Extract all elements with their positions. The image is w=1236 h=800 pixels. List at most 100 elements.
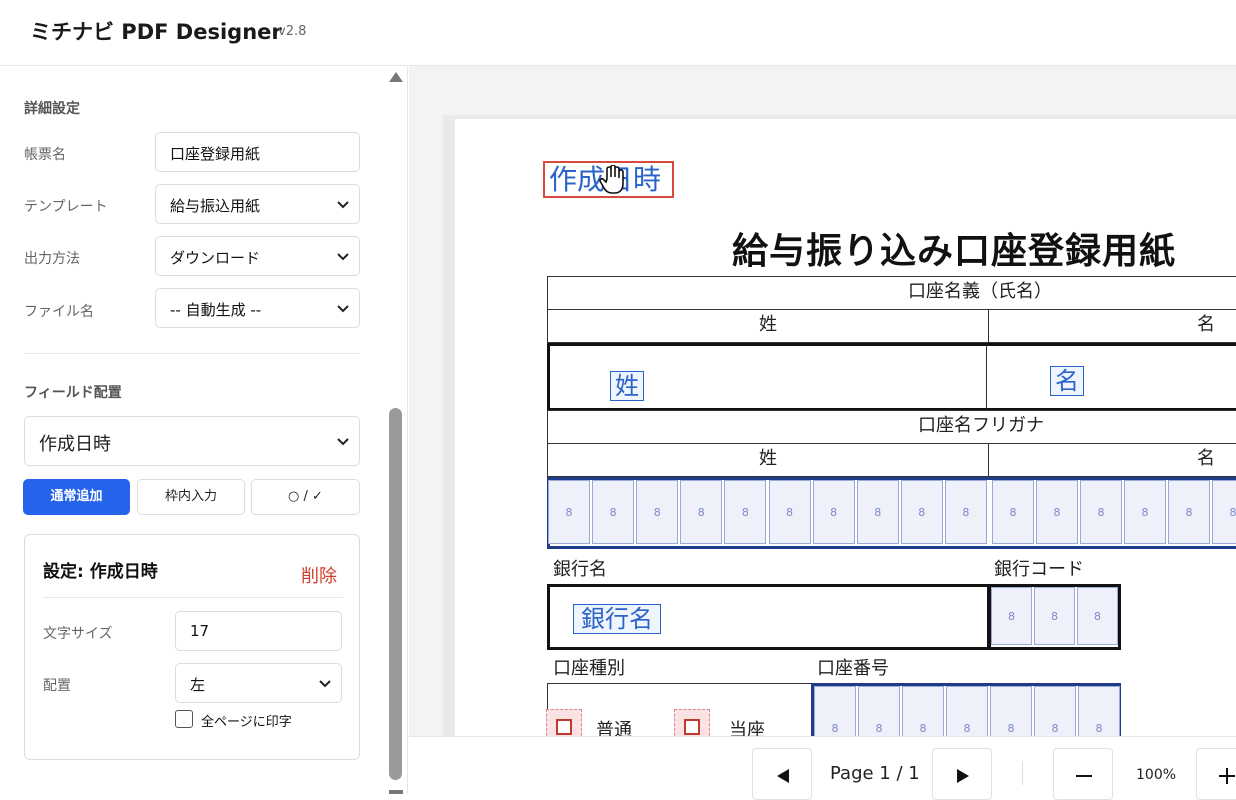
delete-button[interactable]: 削除 bbox=[301, 562, 337, 588]
triangle-left-icon bbox=[777, 769, 789, 783]
zoom-out-button[interactable] bbox=[1053, 748, 1113, 800]
furigana-given-label: 名 bbox=[1197, 448, 1215, 469]
checkbox-touza-field[interactable] bbox=[674, 709, 710, 736]
char-cell-field[interactable]: 8 bbox=[724, 480, 767, 544]
char-cell-field[interactable]: 8 bbox=[1034, 686, 1076, 736]
font-size-label: 文字サイズ bbox=[43, 626, 113, 642]
add-normal-button[interactable]: 通常追加 bbox=[23, 479, 130, 515]
furigana-label: 口座名フリガナ bbox=[918, 415, 1044, 436]
char-cell-field[interactable]: 8 bbox=[1168, 480, 1210, 544]
pagination-bar: Page 1 / 1 100% bbox=[409, 736, 1236, 800]
output-method-value: ダウンロード bbox=[170, 249, 261, 267]
zoom-level: 100% bbox=[1136, 767, 1177, 783]
form-name-input[interactable]: 口座登録用紙 bbox=[155, 132, 360, 172]
field-type-value: 作成日時 bbox=[39, 434, 111, 455]
all-pages-checkbox[interactable] bbox=[175, 710, 193, 728]
char-cell-field[interactable]: 8 bbox=[1034, 587, 1075, 645]
filename-select[interactable]: -- 自動生成 -- bbox=[155, 288, 360, 328]
plus-icon bbox=[1219, 768, 1235, 784]
char-cell-field[interactable]: 8 bbox=[991, 587, 1032, 645]
surname-header: 姓 bbox=[547, 309, 989, 343]
scroll-down-icon[interactable] bbox=[389, 790, 403, 794]
field-section-title: フィールド配置 bbox=[24, 385, 122, 401]
align-select[interactable]: 左 bbox=[175, 663, 342, 703]
zoom-in-button[interactable] bbox=[1196, 748, 1236, 800]
chevron-down-icon bbox=[337, 438, 349, 446]
given-name-field[interactable]: 名 bbox=[1050, 366, 1084, 396]
char-cell-field[interactable]: 8 bbox=[858, 686, 900, 736]
chevron-down-icon bbox=[337, 201, 349, 209]
settings-title: 設定: 作成日時 bbox=[43, 562, 158, 582]
char-cell-field[interactable]: 8 bbox=[992, 480, 1034, 544]
given-name-cell bbox=[986, 343, 1236, 411]
page-indicator: Page 1 / 1 bbox=[830, 763, 920, 784]
align-label: 配置 bbox=[43, 678, 71, 694]
template-value: 給与振込用紙 bbox=[170, 197, 261, 215]
form-name-value: 口座登録用紙 bbox=[170, 145, 261, 163]
furigana-given-header: 名 bbox=[988, 443, 1236, 477]
account-number-label: 口座番号 bbox=[817, 658, 889, 679]
add-check-button[interactable]: ○ / ✓ bbox=[251, 479, 360, 515]
char-cell-field[interactable]: 8 bbox=[592, 480, 635, 544]
char-cell-field[interactable]: 8 bbox=[1080, 480, 1122, 544]
surname-header-label: 姓 bbox=[759, 314, 777, 335]
char-cell-field[interactable]: 8 bbox=[680, 480, 723, 544]
app-header: ミチナビ PDF Designer v2.8 bbox=[0, 0, 1236, 66]
char-cell-field[interactable]: 8 bbox=[768, 480, 811, 544]
filename-value: -- 自動生成 -- bbox=[170, 301, 262, 319]
filename-label: ファイル名 bbox=[24, 304, 94, 320]
toolbar-divider bbox=[1022, 761, 1023, 785]
bank-code-label: 銀行コード bbox=[994, 559, 1084, 580]
surname-field[interactable]: 姓 bbox=[610, 371, 644, 401]
char-cell-field[interactable]: 8 bbox=[548, 480, 590, 544]
account-holder-header: 口座名義（氏名） bbox=[547, 276, 1236, 310]
output-method-label: 出力方法 bbox=[24, 251, 80, 267]
hand-cursor-icon bbox=[599, 165, 624, 194]
font-size-input[interactable]: 17 bbox=[175, 611, 342, 651]
char-cell-field[interactable]: 8 bbox=[1124, 480, 1166, 544]
char-cell-field[interactable]: 8 bbox=[636, 480, 679, 544]
char-cell-field[interactable]: 8 bbox=[1078, 686, 1120, 736]
add-boxed-input-button[interactable]: 枠内入力 bbox=[137, 479, 245, 515]
pdf-workspace: 作成日時 給与振り込み口座登録用紙 口座名義（氏名） 姓 名 姓 名 口座名フリ… bbox=[409, 66, 1236, 736]
scroll-up-icon[interactable] bbox=[389, 72, 403, 82]
option-touza-label: 当座 bbox=[729, 720, 765, 736]
char-cell-field[interactable]: 8 bbox=[1212, 480, 1236, 544]
account-holder-label: 口座名義（氏名） bbox=[908, 281, 1052, 302]
bank-name-field[interactable]: 銀行名 bbox=[573, 604, 661, 634]
furigana-surname-header: 姓 bbox=[547, 443, 989, 477]
char-cell-field[interactable]: 8 bbox=[946, 686, 988, 736]
char-cell-field[interactable]: 8 bbox=[990, 686, 1032, 736]
check-icon bbox=[684, 719, 700, 735]
section-divider bbox=[24, 353, 360, 354]
option-futsu-label: 普通 bbox=[596, 720, 632, 736]
char-cell-field[interactable]: 8 bbox=[856, 480, 899, 544]
pdf-page: 作成日時 給与振り込み口座登録用紙 口座名義（氏名） 姓 名 姓 名 口座名フリ… bbox=[455, 119, 1236, 736]
app-version: v2.8 bbox=[278, 24, 307, 39]
char-cell-field[interactable]: 8 bbox=[812, 480, 855, 544]
prev-page-button[interactable] bbox=[752, 748, 812, 800]
chevron-down-icon bbox=[337, 253, 349, 261]
output-method-select[interactable]: ダウンロード bbox=[155, 236, 360, 276]
next-page-button[interactable] bbox=[932, 748, 992, 800]
chevron-down-icon bbox=[319, 680, 331, 688]
char-cell-field[interactable]: 8 bbox=[1036, 480, 1078, 544]
bank-name-field-text: 銀行名 bbox=[581, 605, 653, 633]
char-cell-field[interactable]: 8 bbox=[814, 686, 856, 736]
checkbox-futsu-field[interactable] bbox=[546, 709, 582, 736]
template-select[interactable]: 給与振込用紙 bbox=[155, 184, 360, 224]
scrollbar-thumb[interactable] bbox=[389, 408, 402, 780]
char-cell-field[interactable]: 8 bbox=[900, 480, 943, 544]
sidebar: 詳細設定 帳票名 口座登録用紙 テンプレート 給与振込用紙 出力方法 ダウンロー… bbox=[0, 66, 408, 794]
char-cell-field[interactable]: 8 bbox=[944, 480, 987, 544]
detail-section-title: 詳細設定 bbox=[24, 101, 80, 117]
field-type-select[interactable]: 作成日時 bbox=[24, 416, 360, 466]
chevron-down-icon bbox=[337, 305, 349, 313]
bank-name-label: 銀行名 bbox=[553, 559, 607, 580]
template-label: テンプレート bbox=[24, 199, 108, 215]
field-settings-card: 設定: 作成日時 削除 文字サイズ 17 配置 左 全ページに印字 bbox=[24, 534, 360, 760]
char-cell-field[interactable]: 8 bbox=[902, 686, 944, 736]
font-size-value: 17 bbox=[190, 622, 210, 640]
align-value: 左 bbox=[190, 676, 206, 694]
char-cell-field[interactable]: 8 bbox=[1077, 587, 1118, 645]
